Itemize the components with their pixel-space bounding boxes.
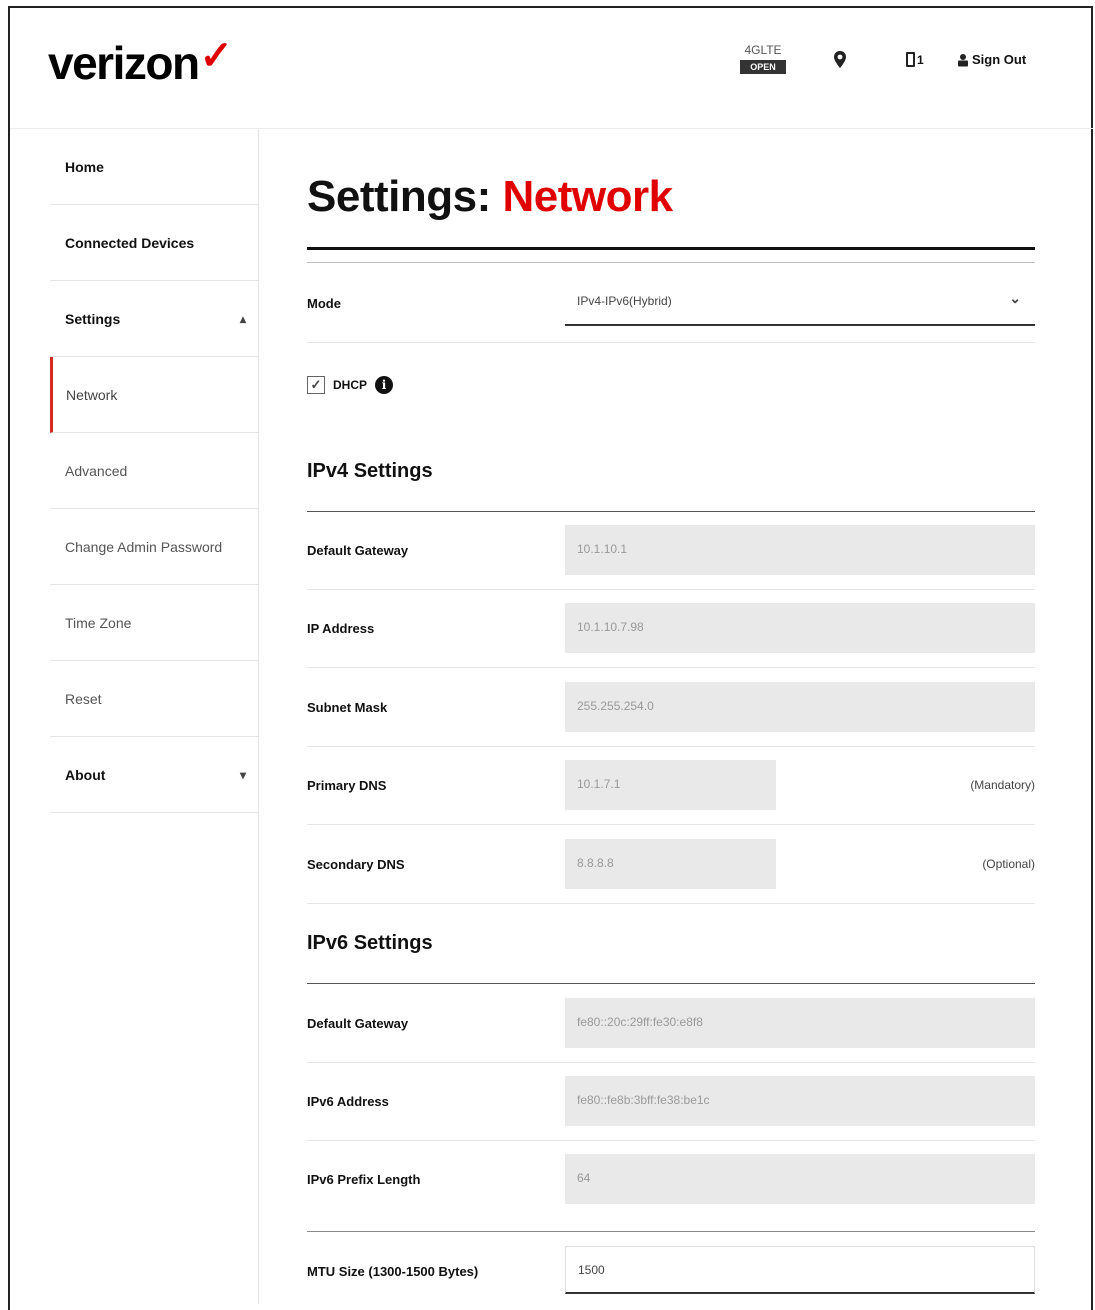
mode-label: Mode [307, 296, 341, 311]
checkmark-icon: ✓ [199, 34, 234, 78]
ipv4-secondary-dns-row: Secondary DNS 8.8.8.8 (Optional) [307, 839, 1035, 917]
ipv6-prefix-row: IPv6 Prefix Length 64 [307, 1154, 1035, 1232]
field-value: fe80::fe8b:3bff:fe38:be1c [577, 1093, 710, 1107]
field-label: IP Address [307, 621, 375, 636]
ipv6-address-row: IPv6 Address fe80::fe8b:3bff:fe38:be1c [307, 1076, 1035, 1154]
sidebar-item-settings[interactable]: Settings ▴ [50, 281, 258, 357]
network-type: 4GLTE [744, 43, 782, 57]
row-divider [307, 746, 1035, 747]
ipv4-primary-dns-row: Primary DNS 10.1.7.1 (Mandatory) [307, 760, 1035, 838]
title-underline-thin [307, 262, 1035, 263]
page-title: Settings: Network [307, 172, 673, 222]
field-value: 10.1.10.7.98 [577, 620, 644, 634]
sidebar-item-label: Reset [65, 690, 102, 707]
sidebar-item-label: About [65, 766, 106, 783]
field-value: 1500 [578, 1263, 605, 1277]
section-divider [307, 983, 1035, 984]
field-label: IPv6 Address [307, 1094, 389, 1109]
ipv4-subnet-field: 255.255.254.0 [565, 682, 1035, 732]
sidebar-item-advanced[interactable]: Advanced [50, 433, 258, 509]
chevron-up-icon: ▴ [239, 311, 246, 326]
optional-hint: (Optional) [982, 857, 1035, 871]
ipv4-ip-row: IP Address 10.1.10.7.98 [307, 603, 1035, 681]
section-divider [307, 1231, 1035, 1232]
sidebar-item-label: Connected Devices [65, 234, 195, 251]
sidebar-item-reset[interactable]: Reset [50, 661, 258, 737]
ipv6-address-field: fe80::fe8b:3bff:fe38:be1c [565, 1076, 1035, 1126]
ipv4-ip-field: 10.1.10.7.98 [565, 603, 1035, 653]
field-value: 255.255.254.0 [577, 699, 654, 713]
chevron-down-icon: ▾ [239, 767, 246, 782]
sidebar-item-label: Change Admin Password [65, 538, 223, 555]
ipv6-section-title: IPv6 Settings [307, 932, 433, 954]
user-icon [958, 53, 968, 66]
sidebar: Home Connected Devices Settings ▴ Network… [50, 129, 258, 813]
location-pin-icon[interactable] [832, 50, 848, 70]
network-status: 4GLTE OPEN [737, 43, 789, 75]
mandatory-hint: (Mandatory) [970, 778, 1035, 792]
mode-select[interactable]: IPv4-IPv6(Hybrid) ⌄ [565, 278, 1035, 326]
device-count: 1 [917, 52, 924, 67]
mtu-label: MTU Size (1300-1500 Bytes) [307, 1264, 479, 1279]
row-divider [307, 1062, 1035, 1063]
sidebar-item-label: Settings [65, 310, 121, 327]
mtu-input[interactable]: 1500 [565, 1246, 1035, 1294]
page-title-highlight: Network [502, 172, 673, 221]
ipv6-gateway-row: Default Gateway fe80::20c:29ff:fe30:e8f8 [307, 998, 1035, 1076]
primary-dns-field[interactable]: 10.1.7.1 [565, 760, 776, 810]
sidebar-item-label: Home [65, 158, 104, 175]
sign-out-button[interactable]: Sign Out [956, 52, 1026, 67]
section-divider [307, 511, 1035, 512]
field-label: Default Gateway [307, 1016, 409, 1031]
title-underline [307, 247, 1035, 250]
dhcp-checkbox[interactable]: ✓ [307, 376, 325, 394]
dhcp-row: ✓ DHCP i [307, 376, 394, 394]
ipv4-subnet-row: Subnet Mask 255.255.254.0 [307, 682, 1035, 760]
ipv6-prefix-field: 64 [565, 1154, 1035, 1204]
sidebar-item-label: Time Zone [65, 614, 132, 631]
field-label: Default Gateway [307, 543, 409, 558]
mtu-row: MTU Size (1300-1500 Bytes) 1500 [307, 1246, 1035, 1296]
field-label: Primary DNS [307, 778, 387, 793]
row-divider [307, 667, 1035, 668]
field-value: 64 [577, 1171, 591, 1185]
row-divider [307, 824, 1035, 825]
sign-out-label: Sign Out [972, 52, 1027, 67]
sidebar-item-home[interactable]: Home [50, 129, 258, 205]
info-icon[interactable]: i [375, 376, 394, 394]
chevron-down-icon: ⌄ [1009, 290, 1021, 306]
ipv4-section-title: IPv4 Settings [307, 460, 433, 482]
sidebar-item-about[interactable]: About ▾ [50, 737, 258, 813]
devices-button[interactable]: 1 [906, 52, 924, 67]
row-divider [307, 1140, 1035, 1141]
sidebar-item-time-zone[interactable]: Time Zone [50, 585, 258, 661]
row-divider [307, 589, 1035, 590]
mode-value: IPv4-IPv6(Hybrid) [577, 294, 672, 308]
sidebar-item-change-admin-password[interactable]: Change Admin Password [50, 509, 258, 585]
sidebar-item-label: Advanced [65, 462, 128, 479]
ipv6-gateway-field: fe80::20c:29ff:fe30:e8f8 [565, 998, 1035, 1048]
field-value: 10.1.10.1 [577, 542, 628, 556]
sidebar-item-label: Network [66, 386, 118, 403]
field-label: IPv6 Prefix Length [307, 1172, 421, 1187]
mode-row: Mode IPv4-IPv6(Hybrid) ⌄ [307, 278, 1035, 343]
sidebar-item-connected-devices[interactable]: Connected Devices [50, 205, 258, 281]
dhcp-label: DHCP [333, 378, 368, 392]
row-divider [307, 903, 1035, 904]
field-value: 10.1.7.1 [577, 777, 621, 791]
ipv4-gateway-field: 10.1.10.1 [565, 525, 1035, 575]
sidebar-item-network[interactable]: Network [50, 357, 258, 433]
verizon-logo[interactable]: verizon✓ [48, 34, 234, 90]
field-value: fe80::20c:29ff:fe30:e8f8 [577, 1015, 703, 1029]
row-divider [307, 342, 1035, 343]
field-label: Subnet Mask [307, 700, 388, 715]
device-icon [906, 52, 915, 67]
sidebar-divider [258, 129, 259, 1304]
network-badge: OPEN [740, 60, 786, 74]
page-title-prefix: Settings: [307, 172, 491, 221]
field-value: 8.8.8.8 [577, 856, 614, 870]
field-label: Secondary DNS [307, 857, 405, 872]
ipv4-gateway-row: Default Gateway 10.1.10.1 [307, 525, 1035, 603]
secondary-dns-field[interactable]: 8.8.8.8 [565, 839, 776, 889]
